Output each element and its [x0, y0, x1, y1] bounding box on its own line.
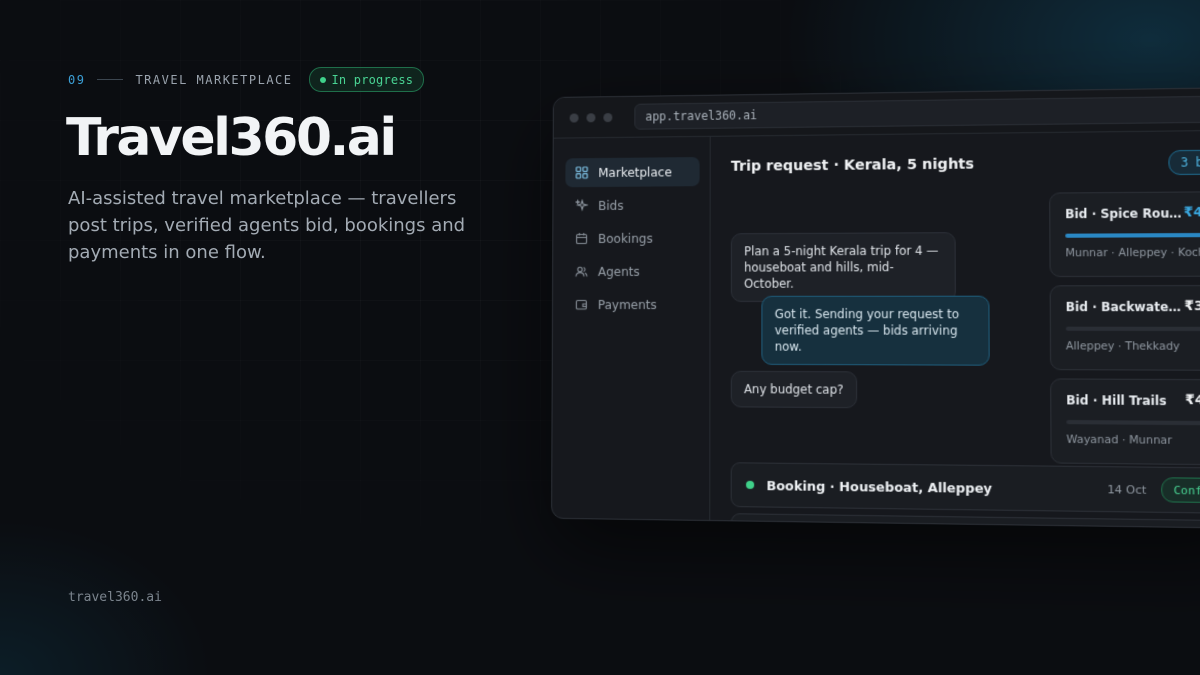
sidebar-item-bids[interactable]: Bids	[565, 190, 699, 220]
booking-status-badge: Confirmed	[1161, 477, 1200, 504]
bid-price: ₹39,900	[1184, 298, 1200, 315]
chat-message-agent: Got it. Sending your request to verified…	[761, 295, 990, 366]
sidebar-item-label: Payments	[597, 297, 657, 312]
status-badge: In progress	[308, 67, 425, 92]
bid-route: Munnar · Alleppey · Kochi	[1065, 246, 1200, 260]
window-close-dot-icon[interactable]	[569, 113, 579, 123]
bid-name: Bid · Spice Rout…	[1065, 205, 1183, 221]
project-category: TRAVEL MARKETPLACE	[135, 72, 293, 87]
app-window: app.travel360.ai Marketplace Bids Bookin…	[551, 86, 1200, 530]
chat-message-user: Any budget cap?	[730, 370, 857, 409]
main-panel: Trip request · Kerala, 5 nights 3 bids P…	[710, 131, 1200, 530]
sidebar-item-marketplace[interactable]: Marketplace	[565, 157, 700, 188]
booking-title: Booking · Houseboat, Alleppey	[766, 477, 993, 496]
status-dot-icon	[319, 76, 326, 83]
app-window-wrapper: app.travel360.ai Marketplace Bids Bookin…	[551, 86, 1200, 530]
window-maximize-dot-icon[interactable]	[603, 112, 613, 122]
bid-price: ₹45,200	[1185, 392, 1200, 409]
bid-route: Alleppey · Thekkady	[1065, 340, 1180, 353]
bid-name: Bid · Hill Trails	[1066, 392, 1167, 408]
sidebar-item-payments[interactable]: Payments	[565, 290, 700, 319]
bid-route: Wayanad · Munnar	[1066, 433, 1173, 447]
grid-icon	[576, 166, 589, 179]
bid-card[interactable]: Bid · Backwater … ₹39,900 Alleppey · The…	[1049, 285, 1200, 372]
wallet-icon	[575, 298, 588, 311]
booking-row[interactable]: Booking · Houseboat, Alleppey 14 Oct Con…	[730, 462, 1200, 515]
bid-score-bar	[1066, 419, 1200, 426]
booking-status-dot-icon	[746, 480, 755, 489]
bid-name: Bid · Backwater …	[1065, 299, 1184, 314]
bid-price: ₹42,500	[1183, 204, 1200, 221]
sidebar: Marketplace Bids Bookings Agents Payment…	[552, 136, 711, 522]
calendar-icon	[575, 232, 587, 244]
eyebrow-divider	[97, 79, 124, 80]
page-subtitle: AI-assisted travel marketplace — travell…	[68, 188, 466, 263]
bid-score-bar	[1065, 232, 1200, 238]
sparkle-icon	[575, 199, 589, 212]
main-header: Trip request · Kerala, 5 nights 3 bids	[731, 131, 1200, 197]
bid-card[interactable]: Bid · Hill Trails ₹45,200 Wayanad · Munn…	[1050, 378, 1200, 466]
app-body: Marketplace Bids Bookings Agents Payment…	[552, 131, 1200, 530]
bids-count-badge[interactable]: 3 bids	[1168, 149, 1200, 176]
sidebar-item-agents[interactable]: Agents	[565, 257, 699, 286]
bid-card[interactable]: Bid · Spice Rout… ₹42,500 Munnar · Allep…	[1049, 190, 1200, 278]
address-bar[interactable]: app.travel360.ai	[634, 95, 1200, 130]
bid-score-fill	[1065, 232, 1200, 238]
sidebar-item-bookings[interactable]: Bookings	[565, 223, 699, 253]
page-title: Travel360.ai	[66, 108, 397, 168]
chat-thread: Plan a 5-night Kerala trip for 4 — house…	[730, 232, 996, 409]
chat-message-user: Plan a 5-night Kerala trip for 4 — house…	[730, 232, 956, 302]
bid-score-bar	[1065, 326, 1200, 332]
trip-request-title: Trip request · Kerala, 5 nights	[730, 156, 975, 175]
footer-url[interactable]: travel360.ai	[68, 590, 162, 605]
eyebrow: 09 TRAVEL MARKETPLACE In progress	[68, 67, 425, 92]
status-label: In progress	[331, 72, 414, 87]
sidebar-item-label: Agents	[597, 264, 640, 279]
window-minimize-dot-icon[interactable]	[586, 112, 596, 122]
project-number: 09	[68, 72, 86, 87]
sidebar-item-label: Bookings	[598, 231, 653, 246]
sidebar-item-label: Marketplace	[598, 164, 672, 180]
window-titlebar: app.travel360.ai	[553, 87, 1200, 139]
booking-date: 14 Oct	[1107, 482, 1147, 497]
sidebar-item-label: Bids	[598, 198, 624, 213]
users-icon	[574, 266, 587, 277]
